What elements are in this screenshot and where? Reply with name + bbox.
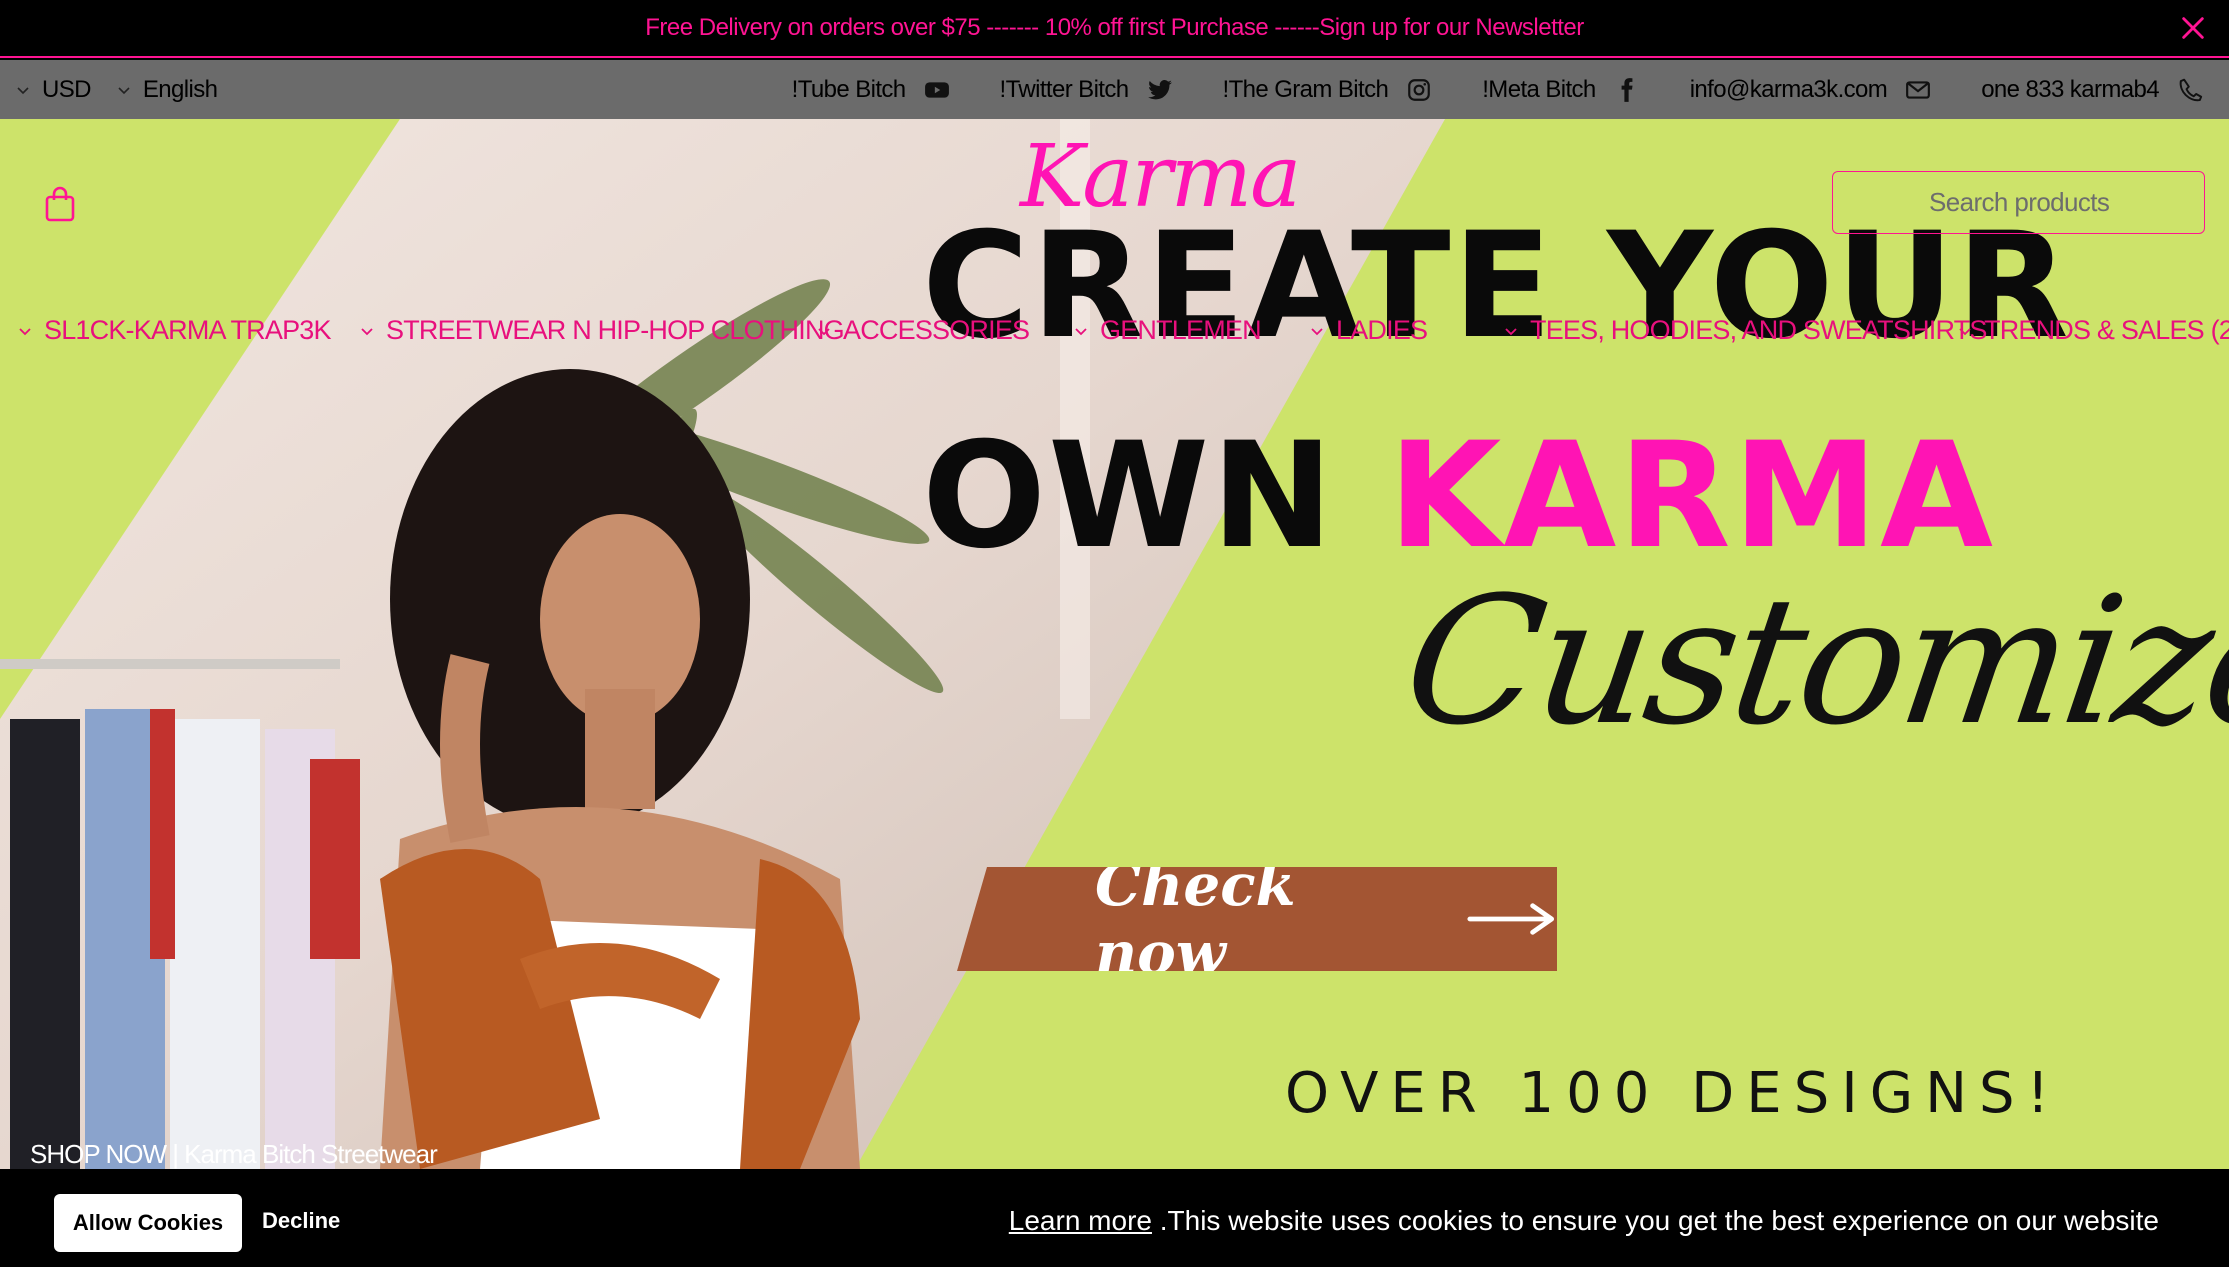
chevron-down-icon	[1311, 327, 1323, 335]
nav-item-label: TRENDS & SALES (2022)	[1984, 315, 2229, 345]
nav-item-label: GENTLEMEN	[1100, 315, 1262, 345]
phone-icon	[2179, 78, 2203, 101]
search-input[interactable]	[1929, 187, 2229, 218]
facebook-link[interactable]: !Meta Bitch	[1482, 76, 1639, 104]
chevron-down-icon	[118, 86, 130, 94]
twitter-link-label: !Twitter Bitch	[999, 75, 1130, 103]
nav-item-label: STREETWEAR N HIP-HOP CLOTHING	[386, 315, 845, 345]
nav-item-ladies[interactable]: LADIES	[1310, 315, 1428, 346]
hero-headline: CREATE YOUR OWN KARMA	[922, 181, 2071, 601]
check-now-label: Check now	[1095, 851, 1296, 987]
hero-customizer-text: Customizer	[1393, 559, 2229, 764]
instagram-link[interactable]: !The Gram Bitch	[1223, 76, 1433, 104]
currency-label: USD	[42, 75, 91, 103]
currency-selector[interactable]: USD	[16, 76, 91, 104]
instagram-link-label: !The Gram Bitch	[1222, 75, 1389, 103]
envelope-icon	[1906, 80, 1931, 99]
youtube-link[interactable]: !Tube Bitch	[792, 76, 950, 104]
hero-headline-own: OWN	[922, 411, 1336, 581]
youtube-link-label: !Tube Bitch	[791, 75, 907, 103]
nav-item-trends-sales[interactable]: TRENDS & SALES (2022)	[1958, 315, 2229, 346]
chevron-down-icon	[1959, 327, 1971, 335]
chevron-down-icon	[19, 327, 31, 335]
close-icon[interactable]	[2179, 14, 2207, 42]
phone-link[interactable]: one 833 karmab4	[1981, 76, 2203, 104]
nav-item-tees-hoodies[interactable]: TEES, HOODIES, AND SWEATSHIRTS	[1504, 315, 1987, 346]
chevron-down-icon	[17, 86, 29, 94]
phone-link-label: one 833 karmab4	[1981, 75, 2159, 103]
twitter-link[interactable]: !Twitter Bitch	[1000, 76, 1173, 104]
allow-cookies-button[interactable]: Allow Cookies	[54, 1194, 242, 1252]
hero-caption[interactable]: SHOP NOW | Karma Bitch Streetwear	[30, 1139, 438, 1169]
email-link-label: info@karma3k.com	[1689, 75, 1888, 103]
nav-item-slick-karma[interactable]: SL1CK-KARMA TRAP3K	[18, 315, 332, 346]
nav-item-streetwear[interactable]: STREETWEAR N HIP-HOP CLOTHING	[360, 315, 845, 346]
facebook-link-label: !Meta Bitch	[1482, 75, 1596, 103]
cookie-consent-bar: Allow Cookies Decline Learn more .This w…	[0, 1169, 2229, 1267]
facebook-icon	[1621, 77, 1633, 102]
hero-designs-text: OVER 100 DESIGNS!	[1285, 1061, 2062, 1126]
nav-item-gentlemen[interactable]: GENTLEMEN	[1074, 315, 1262, 346]
announcement-text[interactable]: Free Delivery on orders over $75 -------…	[645, 14, 1584, 42]
nav-item-label: LADIES	[1336, 315, 1428, 345]
shopping-bag-icon[interactable]	[44, 186, 76, 222]
hero-banner[interactable]: Karma CREATE YOUR OWN KARMA Customizer C…	[0, 119, 2229, 1169]
announcement-bar: Free Delivery on orders over $75 -------…	[0, 0, 2229, 58]
cookie-message: Learn more .This website uses cookies to…	[1009, 1205, 2159, 1237]
language-label: English	[142, 75, 218, 103]
decline-cookies-button[interactable]: Decline	[262, 1208, 340, 1234]
nav-item-label: SL1CK-KARMA TRAP3K	[44, 315, 332, 345]
learn-more-link[interactable]: Learn more	[1009, 1205, 1152, 1236]
chevron-down-icon	[361, 327, 373, 335]
check-now-button[interactable]: Check now	[957, 867, 1557, 971]
nav-item-label: ACCESSORIES	[843, 315, 1030, 345]
twitter-icon	[1147, 79, 1172, 99]
chevron-down-icon	[1075, 327, 1087, 335]
chevron-down-icon	[818, 327, 830, 335]
utility-bar: USD English !Tube Bitch !Twitter Bitch !…	[0, 60, 2229, 119]
nav-item-label: TEES, HOODIES, AND SWEATSHIRTS	[1530, 315, 1987, 345]
instagram-icon	[1408, 78, 1431, 101]
cookie-message-text: .This website uses cookies to ensure you…	[1159, 1205, 2159, 1236]
hero-headline-karma: KARMA	[1388, 411, 1996, 581]
chevron-down-icon	[1505, 327, 1517, 335]
email-link[interactable]: info@karma3k.com	[1690, 76, 1932, 104]
search-box[interactable]	[1832, 171, 2229, 234]
arrow-right-icon	[1467, 903, 1554, 935]
youtube-icon	[924, 81, 949, 98]
language-selector[interactable]: English	[117, 76, 218, 104]
nav-item-accessories[interactable]: ACCESSORIES	[817, 315, 1030, 346]
